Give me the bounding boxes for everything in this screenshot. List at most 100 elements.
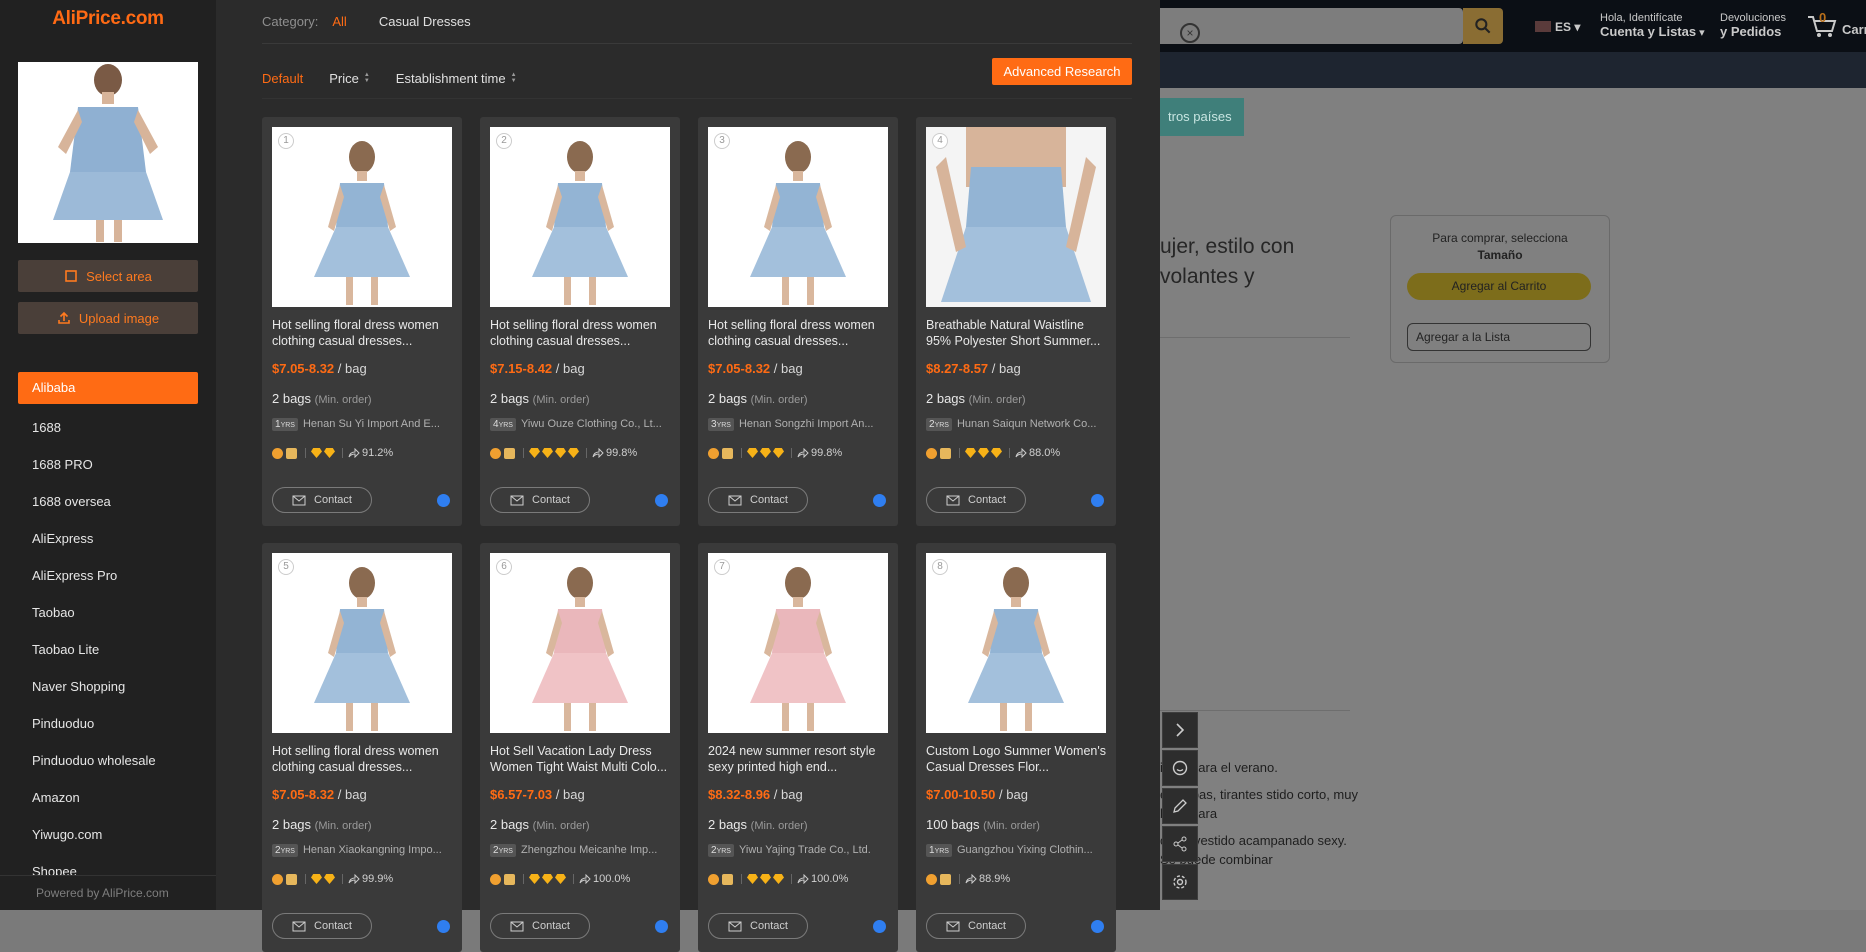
language-selector[interactable]: ES ▾ <box>1535 20 1580 34</box>
product-title[interactable]: Hot Sell Vacation Lady Dress Women Tight… <box>490 743 672 775</box>
product-image[interactable]: 7 <box>708 553 888 733</box>
results-area: Category: All Casual Dresses Default Pri… <box>216 0 1160 952</box>
rate-value: 100.0% <box>811 873 849 885</box>
trade-assurance-icon <box>490 447 501 459</box>
product-card[interactable]: 1 Hot selling floral dress women clothin… <box>262 117 462 526</box>
contact-button[interactable]: Contact <box>708 913 808 939</box>
chat-icon[interactable] <box>437 494 450 507</box>
contact-button[interactable]: Contact <box>708 487 808 513</box>
product-image[interactable]: 3 <box>708 127 888 307</box>
sort-establishment[interactable]: Establishment time ▲ ▼ <box>396 71 517 86</box>
add-to-list-button[interactable]: Agregar a la Lista <box>1407 323 1591 351</box>
search-button[interactable] <box>1463 8 1503 44</box>
edit-button[interactable] <box>1162 788 1198 824</box>
supplier-row[interactable]: 2YRS Henan Xiaokangning Impo... <box>272 844 454 857</box>
source-item[interactable]: 1688 <box>18 409 198 446</box>
account-menu[interactable]: Hola, Identifícate Cuenta y Listas ▾ <box>1600 11 1705 40</box>
returns-orders[interactable]: Devoluciones y Pedidos <box>1720 11 1786 40</box>
product-image[interactable]: 1 <box>272 127 452 307</box>
source-item[interactable]: Pinduoduo <box>18 705 198 742</box>
source-item[interactable]: Yiwugo.com <box>18 816 198 853</box>
product-title[interactable]: Hot selling floral dress women clothing … <box>490 317 672 349</box>
product-image[interactable]: 4 <box>926 127 1106 307</box>
category-all[interactable]: All <box>332 14 346 29</box>
advanced-research-button[interactable]: Advanced Research <box>992 58 1132 85</box>
product-image[interactable]: 6 <box>490 553 670 733</box>
sort-bar: Default Price ▲ ▼ Establishment time ▲ ▼ Adv… <box>262 58 1132 98</box>
contact-button[interactable]: Contact <box>272 487 372 513</box>
product-card[interactable]: 4 Breathable Natural Waistline 95% Polye… <box>916 117 1116 526</box>
chevron-right-icon <box>1176 723 1185 737</box>
add-to-cart-button[interactable]: Agregar al Carrito <box>1407 273 1591 300</box>
supplier-name: Henan Su Yi Import And E... <box>302 418 440 430</box>
min-order: 2 bags (Min. order) <box>490 817 590 832</box>
product-card[interactable]: 7 2024 new summer resort style sexy prin… <box>698 543 898 952</box>
supplier-row[interactable]: 4YRS Yiwu Ouze Clothing Co., Lt... <box>490 418 672 431</box>
product-image[interactable]: 2 <box>490 127 670 307</box>
amazon-search-input[interactable] <box>1160 8 1463 44</box>
source-item[interactable]: AliExpress <box>18 520 198 557</box>
supplier-row[interactable]: 1YRS Guangzhou Yixing Clothin... <box>926 844 1108 857</box>
chat-icon[interactable] <box>655 920 668 933</box>
source-item[interactable]: Taobao <box>18 594 198 631</box>
product-image[interactable]: 5 <box>272 553 452 733</box>
chat-icon[interactable] <box>873 494 886 507</box>
other-countries-button[interactable]: tros países <box>1160 98 1244 136</box>
collapse-button[interactable] <box>1162 712 1198 748</box>
category-casual-dresses[interactable]: Casual Dresses <box>379 14 471 29</box>
contact-button[interactable]: Contact <box>926 913 1026 939</box>
share-arrow-icon <box>579 874 591 884</box>
contact-button[interactable]: Contact <box>490 913 590 939</box>
source-item[interactable]: Alibaba <box>18 372 198 404</box>
product-title[interactable]: Hot selling floral dress women clothing … <box>272 743 454 775</box>
min-order: 100 bags (Min. order) <box>926 817 1040 832</box>
contact-button[interactable]: Contact <box>490 487 590 513</box>
divider <box>1160 710 1350 711</box>
moq-value: 2 bags <box>926 391 966 406</box>
source-item[interactable]: Pinduoduo wholesale <box>18 742 198 779</box>
supplier-row[interactable]: 2YRS Zhengzhou Meicanhe Imp... <box>490 844 672 857</box>
product-card[interactable]: 3 Hot selling floral dress women clothin… <box>698 117 898 526</box>
upload-image-button[interactable]: Upload image <box>18 302 198 334</box>
chat-icon[interactable] <box>1091 494 1104 507</box>
diamond-icon <box>991 448 1002 458</box>
settings-button[interactable] <box>1162 864 1198 900</box>
product-image[interactable]: 8 <box>926 553 1106 733</box>
sort-default[interactable]: Default <box>262 71 303 86</box>
supplier-row[interactable]: 1YRS Henan Su Yi Import And E... <box>272 418 454 431</box>
sort-price[interactable]: Price ▲ ▼ <box>329 71 370 86</box>
aliprice-logo[interactable]: AliPrice.com <box>0 8 216 30</box>
product-card[interactable]: 2 Hot selling floral dress women clothin… <box>480 117 680 526</box>
select-area-button[interactable]: Select area <box>18 260 198 292</box>
share-button[interactable] <box>1162 826 1198 862</box>
product-title[interactable]: Hot selling floral dress women clothing … <box>272 317 454 349</box>
source-item[interactable]: AliExpress Pro <box>18 557 198 594</box>
cart-label[interactable]: Carri <box>1842 22 1866 37</box>
product-title[interactable]: Custom Logo Summer Women's Casual Dresse… <box>926 743 1108 775</box>
product-card[interactable]: 5 Hot selling floral dress women clothin… <box>262 543 462 952</box>
years-unit: YRS <box>498 422 513 429</box>
diamond-icon <box>311 874 322 884</box>
source-item[interactable]: Taobao Lite <box>18 631 198 668</box>
chat-icon[interactable] <box>873 920 886 933</box>
chat-icon[interactable] <box>1091 920 1104 933</box>
source-item[interactable]: Amazon <box>18 779 198 816</box>
chat-icon[interactable] <box>655 494 668 507</box>
contact-button[interactable]: Contact <box>926 487 1026 513</box>
product-title[interactable]: Breathable Natural Waistline 95% Polyest… <box>926 317 1108 349</box>
chat-icon[interactable] <box>437 920 450 933</box>
product-card[interactable]: 6 Hot Sell Vacation Lady Dress Women Tig… <box>480 543 680 952</box>
source-item[interactable]: Naver Shopping <box>18 668 198 705</box>
supplier-row[interactable]: 2YRS Yiwu Yajing Trade Co., Ltd. <box>708 844 890 857</box>
supplier-row[interactable]: 2YRS Hunan Saiqun Network Co... <box>926 418 1108 431</box>
source-item[interactable]: 1688 PRO <box>18 446 198 483</box>
product-card[interactable]: 8 Custom Logo Summer Women's Casual Dres… <box>916 543 1116 952</box>
feedback-button[interactable] <box>1162 750 1198 786</box>
close-icon[interactable]: × <box>1180 23 1200 43</box>
product-title[interactable]: Hot selling floral dress women clothing … <box>708 317 890 349</box>
diamond-icon <box>568 448 579 458</box>
product-title[interactable]: 2024 new summer resort style sexy printe… <box>708 743 890 775</box>
source-item[interactable]: 1688 oversea <box>18 483 198 520</box>
supplier-row[interactable]: 3YRS Henan Songzhi Import An... <box>708 418 890 431</box>
contact-button[interactable]: Contact <box>272 913 372 939</box>
